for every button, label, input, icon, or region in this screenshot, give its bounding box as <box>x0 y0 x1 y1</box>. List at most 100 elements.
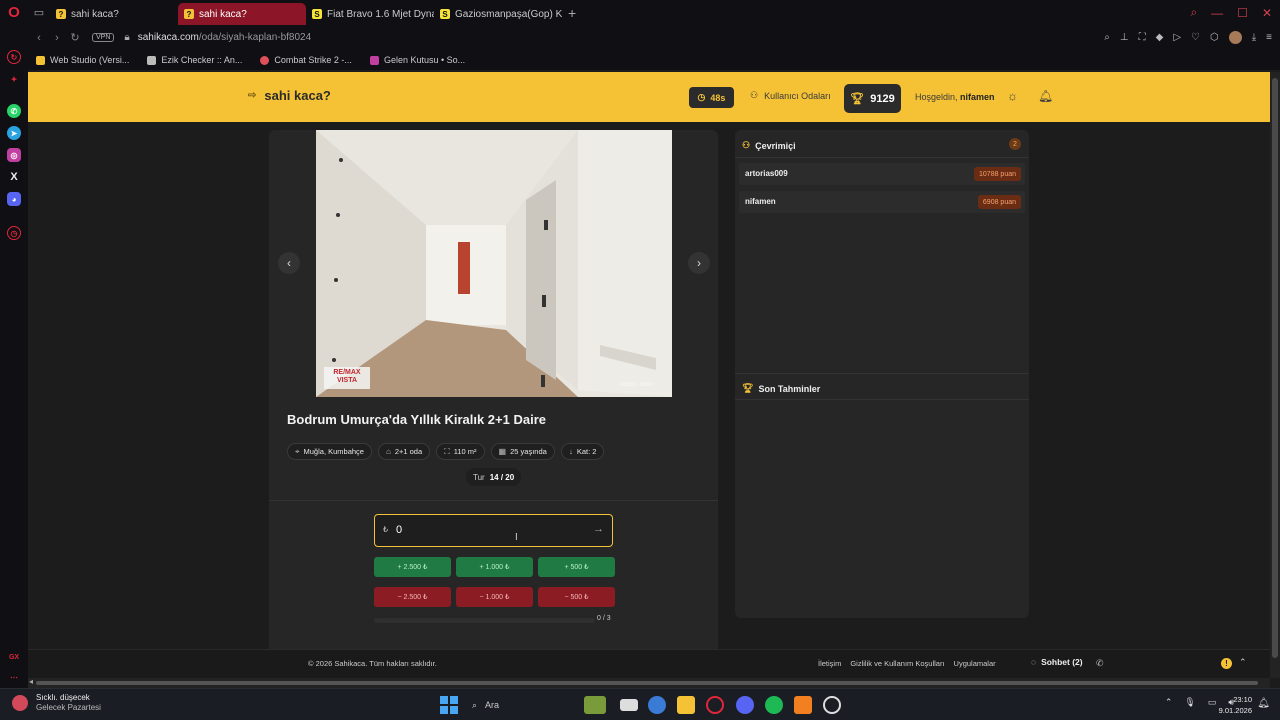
copilot-icon[interactable] <box>648 696 666 714</box>
welcome-username: nifamen <box>960 92 995 102</box>
attempts-count: 0 / 3 <box>597 615 611 622</box>
windows-start-icon[interactable] <box>440 696 458 714</box>
play-icon[interactable]: ▷ <box>1173 32 1181 43</box>
theme-toggle-icon[interactable]: ☼ <box>1007 89 1018 103</box>
profile-avatar[interactable] <box>1228 31 1242 44</box>
online-user-row[interactable]: artorias009 10788 puan <box>739 163 1025 185</box>
price-guess-input[interactable]: ₺ 0 → I <box>374 514 613 547</box>
whatsapp-icon[interactable]: ✆ <box>7 104 21 118</box>
next-photo-button[interactable]: › <box>688 252 710 274</box>
minus-500-button[interactable]: − 500 ₺ <box>538 587 615 607</box>
online-user-row[interactable]: nifamen 6908 puan <box>739 191 1025 213</box>
scrollbar-thumb[interactable] <box>1272 78 1278 658</box>
tab-overview-icon[interactable]: ▭ <box>28 0 50 25</box>
snapshot-icon[interactable]: ⛶ <box>1139 32 1146 43</box>
opera-taskbar-icon[interactable] <box>706 696 724 714</box>
cloudflare-icon[interactable] <box>794 696 812 714</box>
location-icon: ⌖ <box>295 446 300 456</box>
taskbar-search[interactable]: ⌕ Ara <box>468 696 568 714</box>
bookmark-item[interactable]: Combat Strike 2 -... <box>260 55 352 65</box>
pin-icon[interactable]: ⊥ <box>1120 32 1129 43</box>
task-view-icon[interactable] <box>620 699 638 711</box>
plus-1000-button[interactable]: + 1.000 ₺ <box>456 557 533 577</box>
bookmark-item[interactable]: Web Studio (Versi... <box>36 55 129 65</box>
aria-icon[interactable]: ↻ <box>7 50 21 64</box>
more-icon[interactable]: ⋯ <box>7 670 21 684</box>
plus-2500-button[interactable]: + 2.500 ₺ <box>374 557 451 577</box>
apps-link[interactable]: Uygulamalar <box>954 659 996 668</box>
vertical-scrollbar[interactable] <box>1270 72 1280 678</box>
download-icon[interactable]: ⤓ <box>1252 32 1256 43</box>
forward-icon[interactable]: › <box>48 32 66 44</box>
user-rooms-link[interactable]: ⚇ Kullanıcı Odaları <box>750 90 831 101</box>
divider <box>735 399 1029 400</box>
rooms-chip: ⌂ 2+1 oda <box>377 443 431 460</box>
score-badge[interactable]: 🏆︎ 9129 <box>844 84 901 113</box>
bookmark-item[interactable]: Gelen Kutusu • So... <box>369 55 465 65</box>
scrollbar-thumb[interactable] <box>36 681 1258 685</box>
steam-icon[interactable] <box>823 696 841 714</box>
site-logo[interactable]: ⇨ sahi kaca? <box>248 88 331 103</box>
scroll-left-icon[interactable]: ◂ <box>29 677 33 686</box>
close-window-icon[interactable]: ✕ <box>1262 6 1272 20</box>
chevron-up-icon[interactable]: ⌃ <box>1239 657 1247 668</box>
lock-icon[interactable]: 🔒︎ <box>124 32 129 43</box>
prev-photo-button[interactable]: ‹ <box>278 252 300 274</box>
brand-name: sahi kaca? <box>264 88 331 103</box>
zoom-icon[interactable]: ⌕ <box>1104 32 1110 43</box>
widgets-icon[interactable] <box>584 696 606 714</box>
new-tab-button[interactable]: + <box>562 5 582 21</box>
microphone-icon[interactable]: 🎙︎ <box>1184 697 1195 708</box>
x-twitter-icon[interactable]: X <box>7 170 21 184</box>
notification-bell-icon[interactable]: 🔔︎ <box>1038 89 1053 103</box>
telegram-icon[interactable]: ➤ <box>7 126 21 140</box>
bookmark-item[interactable]: Ezik Checker :: An... <box>147 55 242 65</box>
plus-500-button[interactable]: + 500 ₺ <box>538 557 615 577</box>
browser-tab[interactable]: S Fiat Bravo 1.6 Mjet Dynam <box>306 3 434 25</box>
system-clock[interactable]: 23:10 9.01.2026 <box>1219 694 1252 716</box>
browser-tab[interactable]: ? sahi kaca? <box>50 3 178 25</box>
history-icon[interactable]: ◷ <box>7 226 21 240</box>
notification-center-icon[interactable]: 🔔︎ <box>1257 698 1270 709</box>
contact-link[interactable]: İletişim <box>818 659 841 668</box>
bookmarks-bar: Web Studio (Versi... Ezik Checker :: An.… <box>0 50 1280 70</box>
search-tabs-icon[interactable]: ⌕ <box>1190 5 1197 20</box>
heart-icon[interactable]: ♡ <box>1191 32 1200 43</box>
network-icon[interactable]: ▭ <box>1208 697 1217 708</box>
maximize-icon[interactable]: ☐ <box>1237 6 1248 20</box>
browser-tab-active[interactable]: ? sahi kaca? <box>178 3 306 25</box>
browser-tab[interactable]: S Gaziosmanpaşa(Gop) Kira <box>434 3 562 25</box>
file-explorer-icon[interactable] <box>677 696 695 714</box>
back-icon[interactable]: ‹ <box>30 32 48 44</box>
instagram-icon[interactable]: ◎ <box>7 148 21 162</box>
aria-chat-icon[interactable]: ✦ <box>7 72 21 86</box>
spotify-icon[interactable] <box>765 696 783 714</box>
url-field[interactable]: sahikaca.com/oda/siyah-kaplan-bf8024 <box>138 32 311 43</box>
timer-value: 48s <box>710 92 726 103</box>
minus-2500-button[interactable]: − 2.500 ₺ <box>374 587 451 607</box>
weather-widget[interactable]: Sıcklı. düşecek Gelecek Pazartesi <box>12 693 101 713</box>
menu-icon[interactable]: ≡ <box>1266 32 1272 43</box>
welcome-text[interactable]: Hoşgeldin, nifamen <box>915 92 995 102</box>
minimize-icon[interactable]: — <box>1211 6 1223 20</box>
tray-chevron-icon[interactable]: ⌃ <box>1165 697 1173 708</box>
discord-icon[interactable]: ◕ <box>7 192 21 206</box>
chat-button[interactable]: ◌ Sohbet (2) <box>1031 657 1083 667</box>
round-indicator: Tur 14 / 20 <box>466 468 522 486</box>
minus-1000-button[interactable]: − 1.000 ₺ <box>456 587 533 607</box>
phone-icon[interactable]: ✆ <box>1096 658 1104 669</box>
extensions-icon[interactable]: ⬡ <box>1210 32 1219 43</box>
reload-icon[interactable]: ↻ <box>66 31 84 44</box>
bookmark-favicon-icon <box>36 55 45 65</box>
recent-guesses-header: 🏆︎ Son Tahminler <box>742 383 820 394</box>
user-name: artorias009 <box>745 169 788 178</box>
warning-icon[interactable]: ! <box>1221 658 1232 669</box>
horizontal-scrollbar[interactable]: ◂ <box>28 677 1270 688</box>
shield-icon[interactable]: ◆ <box>1156 32 1164 43</box>
vpn-badge[interactable]: VPN <box>92 33 115 42</box>
discord-taskbar-icon[interactable] <box>736 696 754 714</box>
opera-logo-icon[interactable]: O <box>0 0 28 25</box>
privacy-link[interactable]: Gizlilik ve Kullanım Koşulları <box>850 659 944 668</box>
submit-arrow-icon[interactable]: → <box>593 523 604 535</box>
gx-icon[interactable]: GX <box>7 650 21 664</box>
